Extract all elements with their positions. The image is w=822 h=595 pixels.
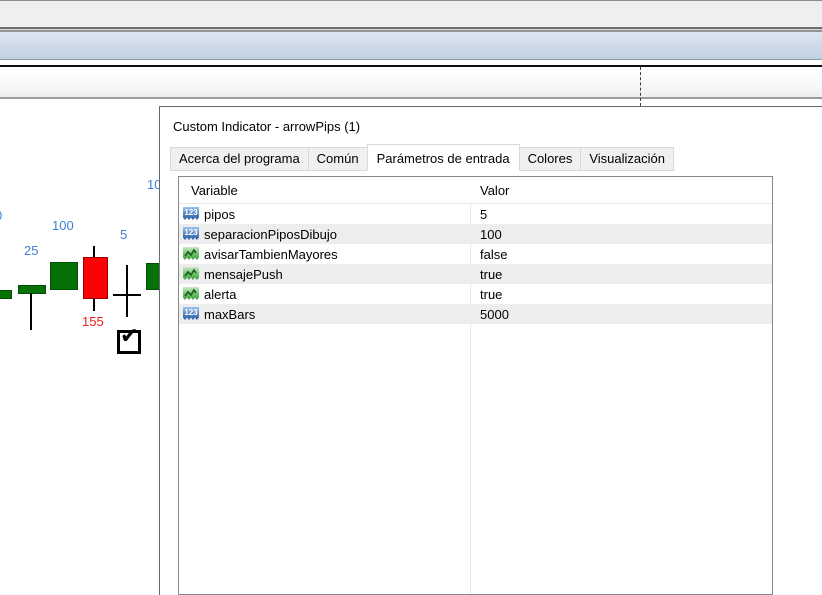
table-header: Variable Valor [179, 177, 772, 204]
chart-header-band [0, 67, 822, 99]
parameters-table: Variable Valor 123 pipos 5 123 separacionPip… [178, 176, 773, 595]
parameter-row[interactable]: alerta true [179, 284, 772, 304]
numeric-icon: 123 [183, 227, 199, 240]
pip-label: 25 [24, 243, 38, 258]
parameter-row[interactable]: mensajePush true [179, 264, 772, 284]
parameter-name: mensajePush [204, 267, 283, 282]
pip-label-red: 155 [82, 314, 104, 329]
tab-comun[interactable]: Común [308, 147, 368, 171]
menu-bar-area [0, 1, 822, 27]
checkmark-icon: ✔ [120, 325, 138, 347]
column-header-variable: Variable [191, 183, 238, 198]
parameter-row[interactable]: avisarTambienMayores false [179, 244, 772, 264]
parameter-name: pipos [204, 207, 235, 222]
parameter-name: separacionPiposDibujo [204, 227, 337, 242]
pip-label: 100 [52, 218, 74, 233]
tab-visualizacion[interactable]: Visualización [580, 147, 674, 171]
custom-indicator-dialog: Custom Indicator - arrowPips (1) Acerca … [159, 106, 822, 595]
parameter-value[interactable]: true [480, 287, 502, 302]
column-header-valor: Valor [480, 183, 509, 198]
numeric-icon: 123 [183, 207, 199, 220]
parameter-row[interactable]: 123 maxBars 5000 [179, 304, 772, 324]
dialog-tab-bar: Acerca del programa Común Parámetros de … [170, 144, 673, 171]
doji-candle-wick [126, 265, 128, 317]
tab-acerca-del-programa[interactable]: Acerca del programa [170, 147, 309, 171]
bool-icon [183, 247, 199, 260]
dialog-title: Custom Indicator - arrowPips (1) [173, 119, 360, 134]
doji-candle-body [113, 294, 141, 296]
pip-label: 5 [120, 227, 127, 242]
parameter-value[interactable]: 5000 [480, 307, 509, 322]
bool-icon [183, 267, 199, 280]
tab-parametros-de-entrada[interactable]: Parámetros de entrada [367, 144, 520, 171]
application-window: 0 100 25 5 10 155 ✔ Custom Indicator - a… [0, 0, 822, 595]
candle-bull [50, 262, 78, 290]
toolbar-band [0, 32, 822, 60]
table-body: 123 pipos 5 123 separacionPiposDibujo 100 avis… [179, 204, 772, 324]
candle-bull [18, 285, 46, 294]
candle-wick [93, 246, 95, 257]
candle-bear [83, 257, 108, 299]
parameter-name: alerta [204, 287, 237, 302]
candle-wick [93, 298, 95, 311]
parameter-row[interactable]: 123 separacionPiposDibujo 100 [179, 224, 772, 244]
candle-wick [30, 293, 32, 330]
pip-label: 0 [0, 208, 2, 223]
bool-icon [183, 287, 199, 300]
parameter-row[interactable]: 123 pipos 5 [179, 204, 772, 224]
parameter-value[interactable]: false [480, 247, 507, 262]
parameter-value[interactable]: 100 [480, 227, 502, 242]
tab-colores[interactable]: Colores [519, 147, 582, 171]
parameter-name: maxBars [204, 307, 255, 322]
parameter-name: avisarTambienMayores [204, 247, 338, 262]
candle-bull [0, 290, 12, 299]
numeric-icon: 123 [183, 307, 199, 320]
parameter-value[interactable]: 5 [480, 207, 487, 222]
chart-checkbox[interactable]: ✔ [117, 330, 141, 354]
parameter-value[interactable]: true [480, 267, 502, 282]
